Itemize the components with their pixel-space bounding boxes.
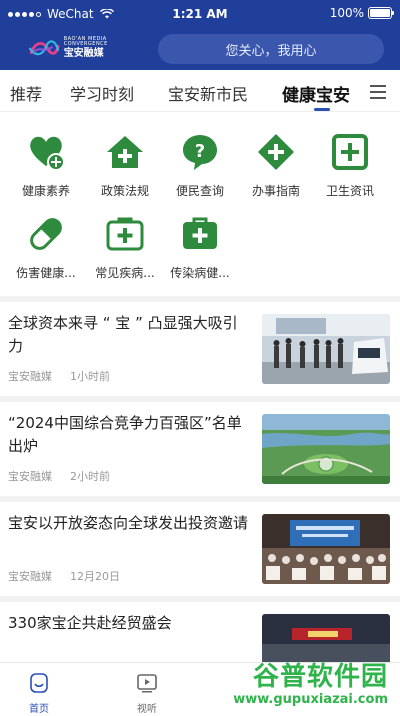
category-common-disease[interactable]: 常见疾病... bbox=[85, 214, 165, 281]
nav-home[interactable]: 首页 bbox=[14, 673, 64, 715]
diamond-plus-icon bbox=[258, 134, 294, 170]
nav-video-label: 视听 bbox=[137, 704, 157, 715]
menu-icon[interactable] bbox=[370, 85, 386, 99]
logo-chinese: 宝安融媒 bbox=[63, 48, 104, 59]
news-title: 宝安以开放姿态向全球发出投资邀请 bbox=[8, 514, 249, 532]
tab-healthy-baoan[interactable]: 健康宝安 bbox=[282, 81, 350, 106]
question-bubble-icon: ? bbox=[183, 135, 217, 170]
news-title: “2024中国综合竞争力百强区”名单出炉 bbox=[8, 414, 242, 455]
watermark-title: 谷普软件园 bbox=[252, 662, 388, 692]
logo-text: BAO'AN MEDIA CONVERGENCE 宝安融媒 bbox=[64, 37, 128, 59]
category-label: 便民查询 bbox=[175, 184, 224, 198]
category-injury[interactable]: 伤害健康... bbox=[6, 214, 86, 281]
battery-icon bbox=[368, 7, 394, 19]
news-meta: 宝安融媒 2小时前 bbox=[8, 468, 110, 484]
pill-icon bbox=[30, 218, 62, 250]
house-plus-icon bbox=[107, 136, 143, 168]
tab-active-indicator bbox=[314, 108, 330, 111]
news-item[interactable]: 宝安以开放姿态向全球发出投资邀请 宝安融媒 12月20日 bbox=[0, 496, 400, 596]
news-source: 宝安融媒 bbox=[8, 370, 52, 383]
medkit-icon bbox=[106, 217, 144, 251]
category-policy[interactable]: 政策法规 bbox=[85, 132, 165, 199]
news-thumbnail bbox=[262, 314, 390, 384]
status-bar: WeChat 1:21 AM 100% bbox=[0, 0, 400, 28]
status-right: 100% bbox=[329, 6, 394, 20]
app-header: WeChat 1:21 AM 100% BAO'AN MEDIA CONVERG… bbox=[0, 0, 400, 70]
category-label: 办事指南 bbox=[251, 184, 300, 198]
battery-percent: 100% bbox=[329, 6, 364, 20]
news-source: 宝安融媒 bbox=[8, 570, 52, 583]
news-thumbnail bbox=[262, 414, 390, 484]
channel-tabs: 推荐 学习时刻 宝安新市民 健康宝安 bbox=[0, 72, 400, 112]
category-health-news[interactable]: 卫生资讯 bbox=[310, 132, 390, 199]
category-grid: 健康素养 政策法规 ? 便民查询 办事指南 卫生资讯 伤害健康... 常见疾病.… bbox=[0, 126, 400, 286]
category-label: 常见疾病... bbox=[95, 266, 155, 280]
category-inquiry[interactable]: ? 便民查询 bbox=[160, 132, 240, 199]
news-title: 330家宝企共赴经贸盛会 bbox=[8, 614, 172, 632]
news-time: 2小时前 bbox=[70, 470, 110, 483]
category-health-literacy[interactable]: 健康素养 bbox=[6, 132, 86, 199]
nav-video[interactable]: 视听 bbox=[122, 673, 172, 715]
logo-english: BAO'AN MEDIA CONVERGENCE bbox=[63, 36, 108, 47]
search-input[interactable]: 您关心，我用心 bbox=[158, 34, 384, 64]
news-title: 全球资本来寻 “ 宝 ” 凸显强大吸引力 bbox=[8, 314, 238, 355]
category-label: 卫生资讯 bbox=[325, 184, 374, 198]
news-source: 宝安融媒 bbox=[8, 470, 52, 483]
news-meta: 宝安融媒 12月20日 bbox=[8, 568, 120, 584]
watermark: 谷普软件园 www.gupuxiazai.com bbox=[222, 654, 394, 710]
news-time: 12月20日 bbox=[70, 570, 120, 583]
svg-text:?: ? bbox=[195, 141, 205, 162]
category-label: 政策法规 bbox=[100, 184, 149, 198]
medkit-icon bbox=[183, 217, 217, 249]
news-time: 1小时前 bbox=[70, 370, 110, 383]
news-item[interactable]: 全球资本来寻 “ 宝 ” 凸显强大吸引力 宝安融媒 1小时前 bbox=[0, 296, 400, 396]
tab-recommend[interactable]: 推荐 bbox=[10, 81, 42, 105]
category-label: 传染病健... bbox=[170, 266, 230, 280]
category-label: 健康素养 bbox=[21, 184, 70, 198]
watermark-url: www.gupuxiazai.com bbox=[233, 692, 388, 707]
video-icon bbox=[137, 674, 157, 693]
logo-mark-icon bbox=[28, 40, 60, 56]
category-label: 伤害健康... bbox=[16, 266, 76, 280]
app-logo: BAO'AN MEDIA CONVERGENCE 宝安融媒 bbox=[28, 32, 128, 64]
home-icon bbox=[30, 673, 48, 693]
news-meta: 宝安融媒 1小时前 bbox=[8, 368, 110, 384]
square-plus-icon bbox=[332, 134, 368, 170]
news-item[interactable]: “2024中国综合竞争力百强区”名单出炉 宝安融媒 2小时前 bbox=[0, 396, 400, 496]
heart-plus-icon bbox=[30, 136, 65, 171]
news-thumbnail bbox=[262, 514, 390, 584]
tab-study[interactable]: 学习时刻 bbox=[70, 81, 134, 105]
nav-home-label: 首页 bbox=[29, 704, 49, 715]
category-infectious-disease[interactable]: 传染病健... bbox=[160, 214, 240, 281]
tab-new-citizen[interactable]: 宝安新市民 bbox=[168, 81, 248, 105]
category-guide[interactable]: 办事指南 bbox=[236, 132, 316, 199]
